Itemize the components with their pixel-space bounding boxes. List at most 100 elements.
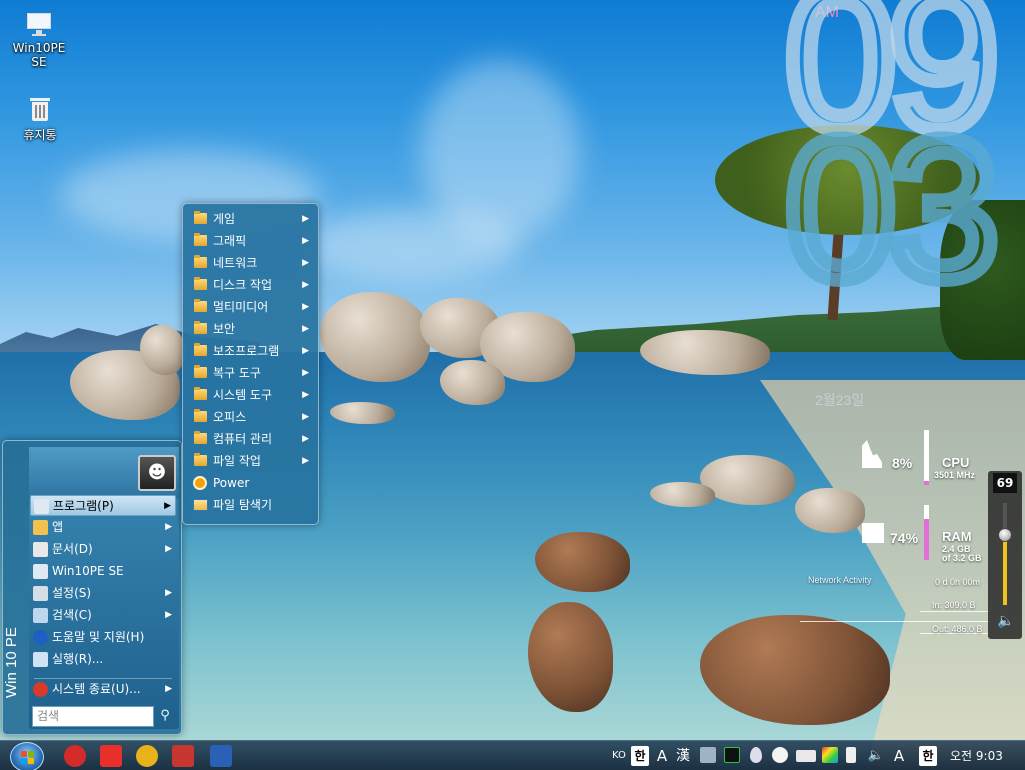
programs-menu-item-label: 오피스 xyxy=(213,410,247,424)
network-uptime: 0 d 0h 00m xyxy=(935,577,981,587)
submenu-arrow-icon: ▶ xyxy=(302,236,309,246)
network-app-icon[interactable] xyxy=(172,745,194,767)
user-avatar[interactable]: ☻ xyxy=(138,455,176,491)
ime-hangul-indicator[interactable]: 한 xyxy=(919,746,937,766)
start-menu-item[interactable]: Win10PE SE xyxy=(30,561,176,582)
language-indicator[interactable]: KO xyxy=(610,746,628,766)
speaker-icon[interactable]: 🔈 xyxy=(996,613,1016,631)
programs-menu-item[interactable]: 게임 ▶ xyxy=(187,208,315,230)
start-button[interactable] xyxy=(10,742,44,770)
start-menu-item[interactable]: 실행(R)... xyxy=(30,649,176,670)
speaker-tray-icon[interactable]: 🔈 xyxy=(866,746,886,766)
submenu-arrow-icon: ▶ xyxy=(165,588,172,598)
shutdown-icon xyxy=(33,682,48,697)
folder-icon xyxy=(194,453,207,466)
usb-tray-icon[interactable] xyxy=(846,747,856,763)
cpu-percent: 8% xyxy=(892,455,913,471)
start-menu-item[interactable]: 앱 ▶ xyxy=(30,517,176,538)
programs-menu-item[interactable]: 시스템 도구 ▶ xyxy=(187,384,315,406)
programs-menu-item[interactable]: 복구 도구 ▶ xyxy=(187,362,315,384)
network-in-line xyxy=(920,611,990,612)
file-explorer-icon xyxy=(193,499,208,511)
programs-menu-item[interactable]: 파일 작업 ▶ xyxy=(187,450,315,472)
programs-menu-item-label: 복구 도구 xyxy=(213,366,261,380)
anydesk-icon[interactable] xyxy=(100,745,122,767)
ram-graph xyxy=(862,523,884,543)
recycle-bin-icon xyxy=(26,95,54,123)
wallpaper-foliage xyxy=(940,200,1025,360)
run-icon xyxy=(33,652,48,667)
start-menu-item[interactable]: 시스템 종료(U)... ▶ xyxy=(30,679,176,700)
start-menu-item[interactable]: 설정(S) ▶ xyxy=(30,583,176,604)
taskbar: KO 한 A 漢 🔈 A 한 오전 9:03 xyxy=(0,740,1025,770)
chrome-icon[interactable] xyxy=(136,745,158,767)
programs-menu-item[interactable]: Power xyxy=(187,472,315,494)
color-tray-icon[interactable] xyxy=(822,747,838,763)
programs-menu-item[interactable]: 멀티미디어 ▶ xyxy=(187,296,315,318)
programs-menu-item[interactable]: 디스크 작업 ▶ xyxy=(187,274,315,296)
programs-menu-item[interactable]: 보조프로그램 ▶ xyxy=(187,340,315,362)
folder-icon xyxy=(194,431,207,444)
cpu-frequency: 3501 MHz xyxy=(934,470,976,480)
programs-menu-item[interactable]: 네트워크 ▶ xyxy=(187,252,315,274)
start-menu-item-label: 시스템 종료(U)... xyxy=(52,682,141,696)
submenu-arrow-icon: ▶ xyxy=(164,501,171,511)
submenu-arrow-icon: ▶ xyxy=(165,610,172,620)
power-app-icon[interactable] xyxy=(64,745,86,767)
folder-icon xyxy=(194,343,207,356)
start-menu-separator xyxy=(34,678,172,679)
folder-icon xyxy=(194,277,207,290)
desktop-icon-label: Win10PE SE xyxy=(12,41,66,69)
programs-menu-item[interactable]: 컴퓨터 관리 ▶ xyxy=(187,428,315,450)
ime-hanja-toggle[interactable]: 漢 xyxy=(674,746,692,766)
documents-icon xyxy=(33,542,48,557)
submenu-arrow-icon: ▶ xyxy=(302,302,309,312)
ime-alpha-indicator[interactable]: A xyxy=(890,746,908,766)
volume-slider-knob[interactable] xyxy=(998,527,1012,542)
save-app-icon[interactable] xyxy=(210,745,232,767)
programs-menu-item[interactable]: 파일 탐색기 xyxy=(187,494,315,516)
network-tray-icon[interactable] xyxy=(700,747,716,763)
programs-menu-item[interactable]: 그래픽 ▶ xyxy=(187,230,315,252)
desktop-icon-recycle-bin[interactable]: 휴지통 xyxy=(5,95,75,143)
desktop-icon-win10pe[interactable]: Win10PE SE xyxy=(4,10,74,69)
submenu-arrow-icon: ▶ xyxy=(302,258,309,268)
power-icon xyxy=(193,476,207,490)
ram-usage-bar xyxy=(924,505,929,560)
network-activity-title: Network Activity xyxy=(808,575,872,585)
submenu-arrow-icon: ▶ xyxy=(165,522,172,532)
ram-label: RAM xyxy=(942,529,972,544)
network-out: Out: 486.0 B xyxy=(932,624,983,634)
media-player-tray-icon[interactable] xyxy=(772,747,788,763)
search-icon[interactable]: ⚲ xyxy=(156,707,174,725)
water-drop-tray-icon[interactable] xyxy=(750,747,762,763)
ime-alpha-toggle[interactable]: A xyxy=(654,746,670,766)
taskbar-clock[interactable]: 오전 9:03 xyxy=(950,746,1003,766)
start-menu-item[interactable]: 도움말 및 지원(H) xyxy=(30,627,176,648)
start-menu-item[interactable]: 프로그램(P) ▶ xyxy=(30,495,176,516)
ime-hangul-toggle[interactable]: 한 xyxy=(631,746,649,766)
programs-menu-item[interactable]: 보안 ▶ xyxy=(187,318,315,340)
start-menu-item-label: 문서(D) xyxy=(52,542,93,556)
submenu-arrow-icon: ▶ xyxy=(302,324,309,334)
volume-value: 69 xyxy=(993,473,1017,493)
programs-menu-item-label: 보조프로그램 xyxy=(213,344,280,358)
ram-percent: 74% xyxy=(890,530,919,546)
folder-icon xyxy=(194,255,207,268)
start-menu-item[interactable]: 검색(C) ▶ xyxy=(30,605,176,626)
volume-slider-track[interactable] xyxy=(1003,503,1007,605)
folder-icon xyxy=(194,299,207,312)
programs-menu-item-label: 컴퓨터 관리 xyxy=(213,432,273,446)
resource-monitor-tray-icon[interactable] xyxy=(724,747,740,763)
programs-menu-item-label: 멀티미디어 xyxy=(213,300,269,314)
start-menu-side-title: Win 10 PE xyxy=(3,627,20,699)
anonymous-mask-icon: ☻ xyxy=(147,462,167,483)
programs-menu-item[interactable]: 오피스 ▶ xyxy=(187,406,315,428)
programs-menu-item-label: 파일 작업 xyxy=(213,454,261,468)
start-search-input[interactable]: 검색 xyxy=(32,706,154,727)
submenu-arrow-icon: ▶ xyxy=(302,390,309,400)
start-menu-item[interactable]: 문서(D) ▶ xyxy=(30,539,176,560)
ram-total: of 3.2 GB xyxy=(942,553,982,563)
keyboard-tray-icon[interactable] xyxy=(796,750,816,762)
network-in: In: 309.0 B xyxy=(932,600,976,610)
